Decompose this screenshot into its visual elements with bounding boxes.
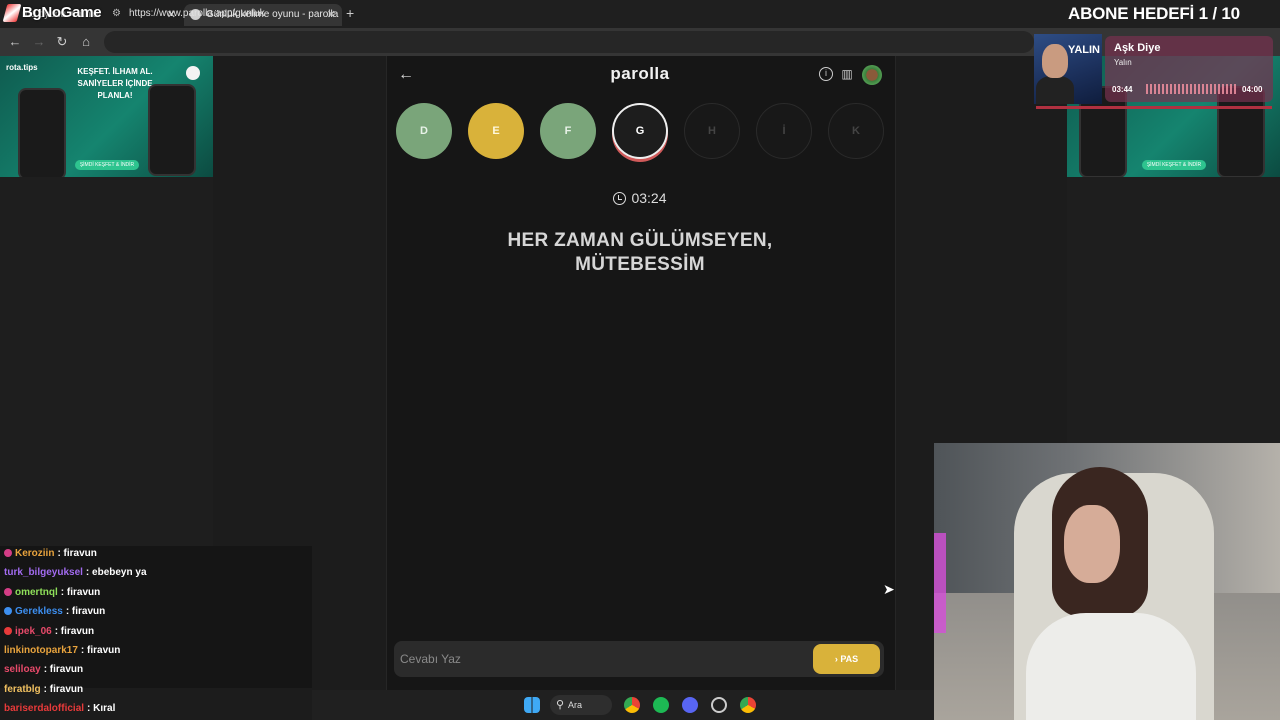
chat-text: : Kıral [87,703,116,714]
taskbar [312,690,934,720]
url-text[interactable]: https://www.parolla.app/gunluk [129,8,265,19]
letter-pending: H [684,103,740,159]
settings-icon[interactable] [711,697,727,713]
chat-text: : firavun [65,606,106,617]
chat-message: ipek_06: firavun [4,626,94,637]
song-duration: 04:00 [1242,85,1263,94]
chat-message: linkinotopark17: firavun [4,645,120,656]
taskbar-search[interactable]: Ara [550,695,612,715]
timer: 03:24 [600,190,680,206]
chat-username[interactable]: Gerekless [15,606,63,617]
site-info-icon[interactable]: ⚙ [112,8,121,19]
phone-image [148,84,196,176]
back-arrow-icon[interactable]: ← [7,34,23,49]
new-tab-button[interactable]: + [346,5,354,21]
chat-message: Gerekless: firavun [4,606,105,617]
chat-text: : firavun [57,548,97,559]
windows-start-icon[interactable] [524,697,540,713]
subscriber-goal: ABONE HEDEFİ 1 / 10 [1068,4,1240,23]
game-title: parolla [610,64,670,83]
chat-message: omertnql: firavun [4,587,100,598]
webcam-feed [934,443,1280,720]
clue-line: MÜTEBESSİM [575,254,705,275]
chrome-icon[interactable] [624,697,640,713]
stats-icon[interactable]: ▥ [840,67,854,81]
ad-banner-left[interactable]: rota.tips KEŞFET. İLHAM AL. SANİYELER İÇ… [0,56,213,177]
chat-badge-icon [4,607,12,615]
chat-username[interactable]: turk_bilgeyuksel [4,567,83,578]
close-tab-icon[interactable]: ✕ [327,4,336,26]
letter-passed: E [468,103,524,159]
chat-message: seliloay: firavun [4,664,83,675]
discord-icon[interactable] [682,697,698,713]
ad-cta-button[interactable]: ŞİMDİ KEŞFET & İNDİR [1142,160,1206,170]
lamp-light [934,533,946,633]
timer-value: 03:24 [631,190,667,206]
letter-pending: K [828,103,884,159]
ad-light-icon [186,66,200,80]
album-art: YALIN [1034,34,1102,104]
avatar[interactable] [862,65,882,85]
ad-brand: rota.tips [6,63,38,72]
answer-input[interactable] [400,645,800,673]
chat-username[interactable]: seliloay [4,664,41,675]
waveform [1146,84,1238,94]
address-bar[interactable] [104,31,1034,53]
album-art-text: YALIN [1068,44,1100,56]
chat-text: : firavun [60,587,101,598]
chat-text: : firavun [54,626,95,637]
song-artist: Yalın [1114,58,1132,67]
chat-text: : firavun [80,645,121,656]
streamer-shirt [1026,613,1196,720]
chat-username[interactable]: Keroziin [15,548,54,559]
mouse-cursor-icon: ➤ [883,581,895,597]
chat-message: bariserdalofficial: Kıral [4,703,115,714]
back-arrow-icon[interactable]: ← [398,66,414,84]
letter-correct: F [540,103,596,159]
chat-text: : firavun [43,664,84,675]
chat-message: feratblg: firavun [4,684,83,695]
chat-text: : ebebeyn ya [85,567,147,578]
letter-correct: D [396,103,452,159]
info-icon[interactable]: i [819,67,833,81]
chat-message: Keroziin: firavun [4,548,97,559]
song-title: Aşk Diye [1114,42,1161,54]
reload-icon[interactable]: ↻ [54,34,70,50]
phone-image [18,88,66,177]
letter-current: G [612,103,668,159]
spotify-icon[interactable] [653,697,669,713]
song-progress-bar [1036,106,1272,109]
artist-face-shape [1042,44,1068,78]
clue-text: HER ZAMAN GÜLÜMSEYEN, MÜTEBESSİM [440,229,840,277]
chat-badge-icon [4,588,12,596]
chat-badge-icon [4,549,12,557]
chat-username[interactable]: feratblg [4,684,41,695]
artist-body-shape [1036,76,1074,104]
chat-badge-icon [4,627,12,635]
clue-line: HER ZAMAN GÜLÜMSEYEN, [507,230,773,251]
chat-username[interactable]: omertnql [15,587,58,598]
pass-button[interactable]: › PAS [813,644,880,674]
chat-username[interactable]: linkinotopark17 [4,645,78,656]
chat-message: turk_bilgeyuksel: ebebeyn ya [4,567,147,578]
stream-name: BgNoGame [22,4,102,21]
clock-icon [613,192,627,205]
chat-text: : firavun [43,684,84,695]
left-side-panel [0,177,213,547]
forward-arrow-icon[interactable]: → [31,34,47,49]
chat-username[interactable]: bariserdalofficial [4,703,84,714]
letter-pending: İ [756,103,812,159]
home-icon[interactable]: ⌂ [78,34,94,49]
ad-cta-button[interactable]: ŞİMDİ KEŞFET & İNDİR [75,160,139,170]
chrome-active-icon[interactable] [740,697,756,713]
right-side-panel [1067,177,1280,443]
song-elapsed: 03:44 [1112,85,1133,94]
chat-username[interactable]: ipek_06 [15,626,52,637]
streamer-face [1064,505,1120,583]
